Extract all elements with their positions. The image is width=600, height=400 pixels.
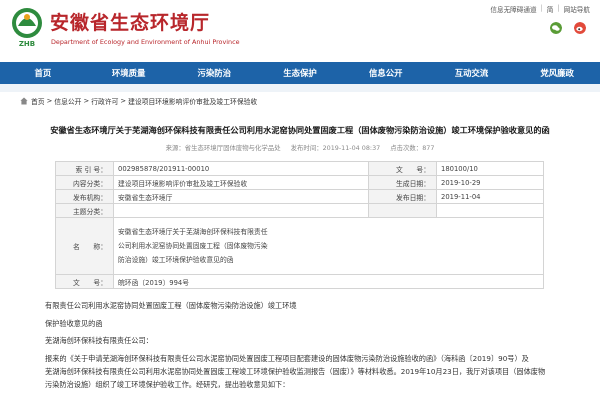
table-row: 文 号： 皖环函〔2019〕994号: [55, 274, 544, 289]
publisher-label: 发布机构：: [55, 189, 114, 204]
accessibility-link[interactable]: 信息无障碍通道: [490, 4, 536, 14]
breadcrumb-separator: >: [83, 97, 90, 105]
breadcrumb-separator: >: [46, 97, 53, 105]
nav-item-information-disclosure[interactable]: 信息公开: [343, 62, 429, 84]
site-logo[interactable]: ZHB: [8, 6, 46, 48]
body-paragraph: 报来的《关于申请芜湖海创环保科技有限责任公司水泥窑协同处置固废工程项目配套建设的…: [45, 353, 529, 363]
site-header: ZHB 安徽省生态环境厅 Department of Ecology and E…: [0, 0, 600, 62]
name-line: 公司利用水泥窑协同处置固废工程（固体废物污染: [118, 242, 268, 250]
table-row: 名 称： 安徽省生态环境厅关于芜湖海创环保科技有限责任 公司利用水泥窑协同处置固…: [55, 217, 544, 275]
table-row: 内容分类： 建设项目环境影响评价审批及竣工环保验收 生成日期： 2019-10-…: [55, 175, 544, 190]
nav-item-interaction[interactable]: 互动交流: [429, 62, 515, 84]
name-label: 名 称：: [55, 217, 114, 275]
generated-date-value: 2019-10-29: [436, 175, 544, 190]
breadcrumb-home[interactable]: 首页: [31, 96, 45, 106]
article-title: 安徽省生态环境厅关于芜湖海创环保科技有限责任公司利用水泥窑协同处置固废工程（固体…: [50, 125, 550, 135]
divider: |: [557, 4, 560, 12]
category-value: 建设项目环境影响评价审批及竣工环保验收: [113, 175, 369, 190]
publish-date-value: 2019-11-04: [436, 189, 544, 204]
table-row: 发布机构： 安徽省生态环境厅 发布日期： 2019-11-04: [55, 189, 544, 204]
simplified-chinese-link[interactable]: 简: [547, 4, 554, 14]
breadcrumb: 首页 > 信息公开 > 行政许可 > 建设项目环境影响评价审批及竣工环保验收: [20, 96, 257, 106]
publisher-value: 安徽省生态环境厅: [113, 189, 369, 204]
subject-value: [113, 203, 369, 218]
breadcrumb-administrative-license[interactable]: 行政许可: [91, 96, 118, 106]
doc-index-label: 文 号：: [368, 161, 437, 176]
breadcrumb-info-disclosure[interactable]: 信息公开: [54, 96, 81, 106]
article-date: 发布时间：2019-11-04 08:37: [290, 144, 381, 152]
nav-item-ecological-protection[interactable]: 生态保护: [257, 62, 343, 84]
body-paragraph: 有限责任公司利用水泥窑协同处置固废工程（固体废物污染防治设施）竣工环境: [45, 301, 297, 310]
weibo-icon[interactable]: [574, 22, 586, 34]
name-line: 防治设施）竣工环境保护验收意见的函: [118, 256, 234, 264]
category-label: 内容分类：: [55, 175, 114, 190]
doc-number-value: 皖环函〔2019〕994号: [113, 274, 544, 289]
index-value: 002985878/201911-00010: [113, 161, 369, 176]
body-paragraph: 污染防治设施）组织了竣工环境保护验收工作。经研究，提出验收意见如下：: [45, 379, 290, 389]
nav-item-pollution-control[interactable]: 污染防治: [171, 62, 257, 84]
svg-text:ZHB: ZHB: [19, 40, 35, 48]
subject-label: 主题分类：: [55, 203, 114, 218]
index-label: 索 引 号：: [55, 161, 114, 176]
article-meta: 来源：省生态环境厅固体废物与化学品处 发布时间：2019-11-04 08:37…: [0, 143, 600, 152]
body-paragraph: 芜湖海创环保科技有限责任公司利用水泥窑协同处置固废工程竣工环境保护验收监测报告（…: [45, 366, 546, 376]
nav-item-home[interactable]: 首页: [0, 62, 86, 84]
empty-cell: [368, 203, 437, 218]
generated-date-label: 生成日期：: [368, 175, 437, 190]
article-source: 来源：省生态环境厅固体废物与化学品处: [165, 144, 281, 152]
site-subtitle: Department of Ecology and Environment of…: [51, 38, 240, 46]
main-nav: 首页 环境质量 污染防治 生态保护 信息公开 互动交流 党风廉政: [0, 62, 600, 84]
article-body: 有限责任公司利用水泥窑协同处置固废工程（固体废物污染防治设施）竣工环境 保护验收…: [45, 299, 585, 395]
empty-cell: [436, 203, 544, 218]
body-paragraph: 芜湖海创环保科技有限责任公司：: [45, 336, 153, 346]
nav-item-environment-quality[interactable]: 环境质量: [86, 62, 172, 84]
nav-shadow-band: [0, 84, 600, 92]
body-paragraph: 保护验收意见的函: [45, 318, 103, 328]
name-line: 安徽省生态环境厅关于芜湖海创环保科技有限责任: [118, 228, 268, 236]
site-map-link[interactable]: 网站导航: [564, 4, 590, 14]
breadcrumb-separator: >: [120, 97, 127, 105]
nav-item-party-integrity[interactable]: 党风廉政: [514, 62, 600, 84]
site-title[interactable]: 安徽省生态环境厅: [50, 8, 210, 35]
article-views: 点击次数：877: [390, 144, 435, 152]
wechat-icon[interactable]: [550, 22, 562, 34]
doc-number-label: 文 号：: [55, 274, 114, 289]
top-links: 信息无障碍通道 | 简 | 网站导航: [490, 4, 590, 14]
table-row: 索 引 号： 002985878/201911-00010 文 号： 18010…: [55, 161, 544, 176]
document-info-table: 索 引 号： 002985878/201911-00010 文 号： 18010…: [55, 161, 544, 289]
table-row: 主题分类：: [55, 203, 544, 218]
divider: |: [540, 4, 543, 12]
doc-index-value: 180100/10: [436, 161, 544, 176]
name-value: 安徽省生态环境厅关于芜湖海创环保科技有限责任 公司利用水泥窑协同处置固废工程（固…: [113, 217, 544, 275]
publish-date-label: 发布日期：: [368, 189, 437, 204]
breadcrumb-current[interactable]: 建设项目环境影响评价审批及竣工环保验收: [128, 96, 257, 106]
home-icon: [20, 97, 28, 105]
social-links: [550, 22, 586, 34]
